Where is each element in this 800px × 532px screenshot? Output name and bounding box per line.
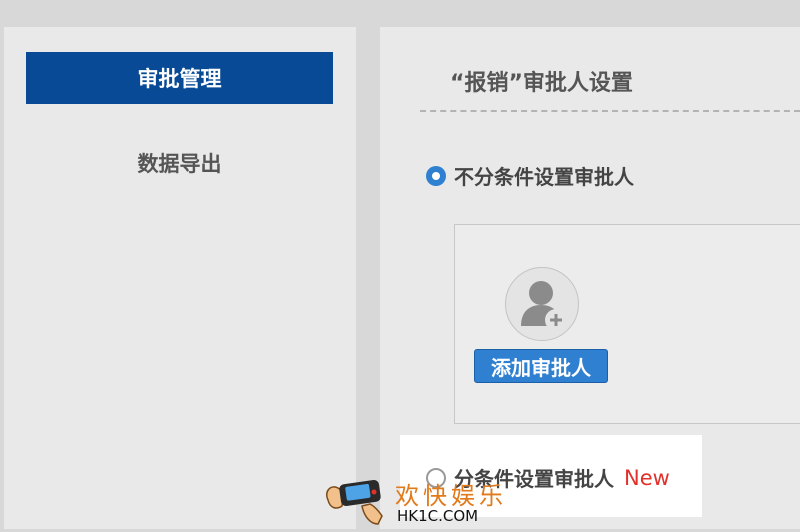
- sidebar-item-data-export[interactable]: 数据导出: [26, 137, 333, 189]
- option-unconditional[interactable]: 不分条件设置审批人: [426, 161, 634, 190]
- user-add-icon[interactable]: [505, 267, 579, 341]
- sidebar: 审批管理 数据导出: [4, 27, 356, 529]
- radio-checked[interactable]: [426, 165, 446, 186]
- option-unconditional-label: 不分条件设置审批人: [454, 165, 634, 189]
- watermark-url: HK1C.COM: [397, 507, 479, 525]
- sidebar-item-label: 审批管理: [137, 67, 222, 91]
- sidebar-item-approval-management[interactable]: 审批管理: [26, 52, 333, 104]
- gamepad-hand-icon: [320, 470, 390, 528]
- approver-box: 添加审批人: [454, 224, 800, 424]
- watermark-title: 欢快娱乐: [395, 482, 507, 510]
- new-badge: New: [624, 465, 670, 490]
- add-approver-button[interactable]: 添加审批人: [474, 349, 608, 383]
- title-divider: [420, 110, 800, 112]
- page-title: “报销”审批人设置: [450, 71, 633, 96]
- sidebar-item-label: 数据导出: [137, 152, 222, 176]
